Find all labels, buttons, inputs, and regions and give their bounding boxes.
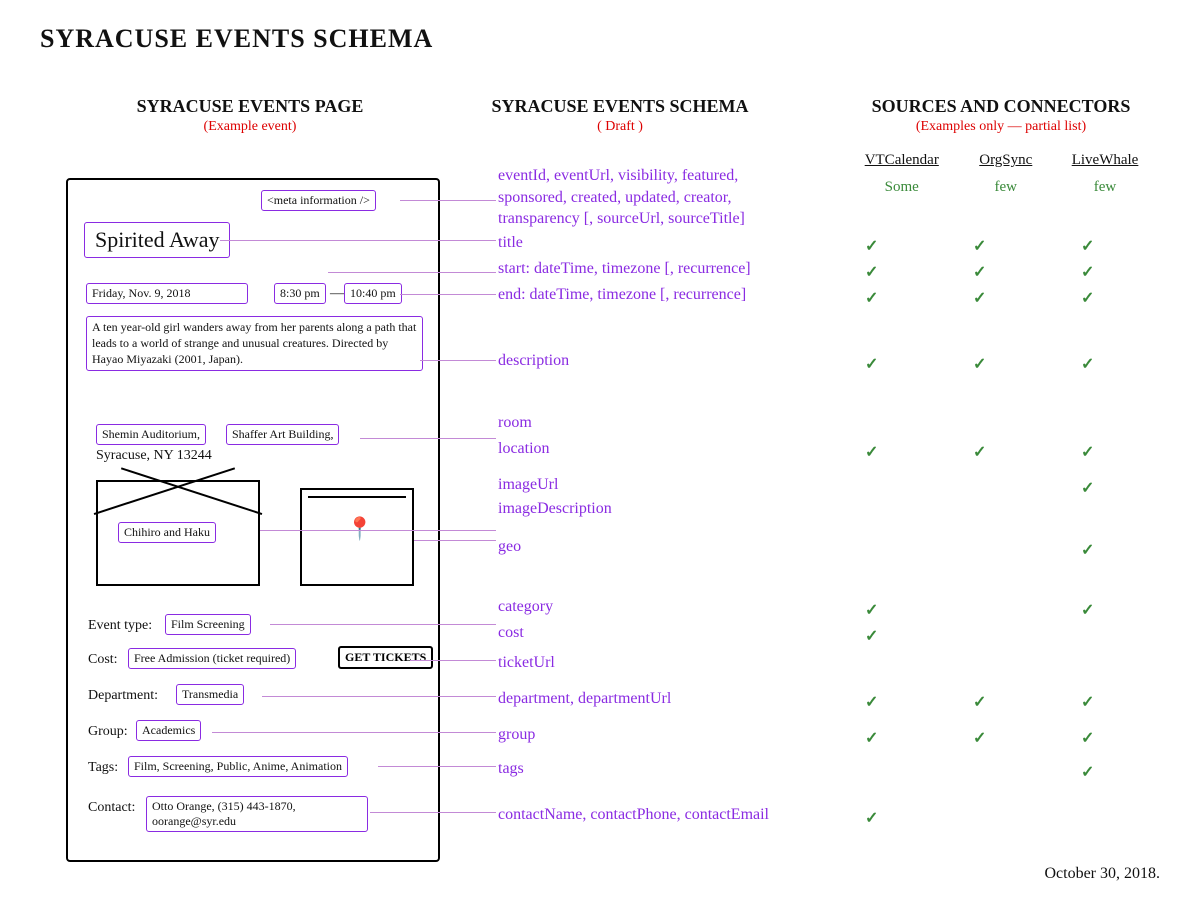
schema-imagedesc: imageDescription	[498, 500, 612, 518]
check-icon: ✓	[1081, 728, 1094, 748]
check-icon: ✓	[865, 692, 878, 712]
src-h1: VTCalendar	[844, 150, 960, 171]
src-sum1: Some	[844, 173, 960, 201]
cost-label: Cost:	[88, 652, 118, 668]
tags-label: Tags:	[88, 760, 118, 776]
tags-value: Film, Screening, Public, Anime, Animatio…	[128, 756, 348, 777]
event-date: Friday, Nov. 9, 2018	[86, 283, 248, 304]
schema-geo: geo	[498, 538, 521, 556]
schema-tags: tags	[498, 760, 524, 778]
check-icon: ✓	[1081, 288, 1094, 308]
schema-title: title	[498, 234, 523, 252]
check-icon: ✓	[865, 808, 878, 828]
schema-category: category	[498, 598, 553, 616]
schema-contact: contactName, contactPhone, contactEmail	[498, 806, 769, 824]
contact-label: Contact:	[88, 800, 135, 816]
cost-value: Free Admission (ticket required)	[128, 648, 296, 669]
check-icon: ✓	[973, 442, 986, 462]
col-left-title: SYRACUSE EVENTS PAGE	[137, 96, 364, 116]
check-icon: ✓	[1081, 478, 1094, 498]
col-left-head: SYRACUSE EVENTS PAGE (Example event)	[110, 96, 390, 135]
get-tickets-button[interactable]: GET TICKETS	[338, 646, 433, 669]
check-icon: ✓	[865, 288, 878, 308]
check-icon: ✓	[1081, 236, 1094, 256]
schema-imageurl: imageUrl	[498, 476, 558, 494]
col-mid-sub: ( Draft )	[480, 119, 760, 135]
schema-meta: eventId, eventUrl, visibility, featured,…	[498, 165, 798, 230]
map-pin-icon: 📍	[346, 516, 373, 542]
schema-start: start: dateTime, timezone [, recurrence]	[498, 260, 751, 278]
check-icon: ✓	[1081, 262, 1094, 282]
event-type-label: Event type:	[88, 618, 152, 634]
check-icon: ✓	[865, 626, 878, 646]
contact-value: Otto Orange, (315) 443-1870, oorange@syr…	[146, 796, 368, 832]
check-icon: ✓	[865, 442, 878, 462]
page-title: SYRACUSE EVENTS SCHEMA	[40, 24, 433, 54]
check-icon: ✓	[865, 236, 878, 256]
col-right-title: SOURCES AND CONNECTORS	[872, 96, 1131, 116]
check-icon: ✓	[973, 288, 986, 308]
check-icon: ✓	[865, 600, 878, 620]
event-type: Film Screening	[165, 614, 251, 635]
schema-ticketurl: ticketUrl	[498, 654, 555, 672]
image-caption: Chihiro and Haku	[118, 522, 216, 543]
schema-department: department, departmentUrl	[498, 690, 671, 708]
check-icon: ✓	[973, 354, 986, 374]
src-h2: OrgSync	[962, 150, 1051, 171]
event-description: A ten year-old girl wanders away from he…	[86, 316, 423, 371]
col-right-head: SOURCES AND CONNECTORS (Examples only — …	[842, 96, 1160, 135]
sources-table: VTCalendar OrgSync LiveWhale Some few fe…	[842, 148, 1160, 203]
check-icon: ✓	[1081, 442, 1094, 462]
src-h3: LiveWhale	[1052, 150, 1158, 171]
check-icon: ✓	[1081, 692, 1094, 712]
col-right-sub: (Examples only — partial list)	[842, 119, 1160, 135]
check-icon: ✓	[973, 262, 986, 282]
group-value: Academics	[136, 720, 201, 741]
col-left-sub: (Example event)	[110, 119, 390, 135]
check-icon: ✓	[865, 728, 878, 748]
schema-location: location	[498, 440, 550, 458]
event-building: Shaffer Art Building,	[226, 424, 339, 445]
event-end: 10:40 pm	[344, 283, 402, 304]
event-title: Spirited Away	[84, 222, 230, 258]
check-icon: ✓	[1081, 600, 1094, 620]
time-sep: —	[330, 286, 344, 302]
src-sum2: few	[962, 173, 1051, 201]
schema-cost: cost	[498, 624, 524, 642]
schema-room: room	[498, 414, 532, 432]
footer-date: October 30, 2018.	[1044, 865, 1160, 883]
dept-label: Department:	[88, 688, 158, 704]
check-icon: ✓	[1081, 354, 1094, 374]
event-city: Syracuse, NY 13244	[96, 448, 212, 464]
check-icon: ✓	[865, 262, 878, 282]
meta-label: <meta information />	[261, 190, 376, 211]
check-icon: ✓	[1081, 540, 1094, 560]
check-icon: ✓	[973, 728, 986, 748]
dept-value: Transmedia	[176, 684, 244, 705]
check-icon: ✓	[1081, 762, 1094, 782]
group-label: Group:	[88, 724, 128, 740]
event-start: 8:30 pm	[274, 283, 326, 304]
schema-description: description	[498, 352, 569, 370]
col-mid-title: SYRACUSE EVENTS SCHEMA	[491, 96, 748, 116]
schema-group: group	[498, 726, 535, 744]
schema-end: end: dateTime, timezone [, recurrence]	[498, 286, 746, 304]
check-icon: ✓	[973, 692, 986, 712]
check-icon: ✓	[973, 236, 986, 256]
check-icon: ✓	[865, 354, 878, 374]
src-sum3: few	[1052, 173, 1158, 201]
col-mid-head: SYRACUSE EVENTS SCHEMA ( Draft )	[480, 96, 760, 135]
event-room: Shemin Auditorium,	[96, 424, 206, 445]
